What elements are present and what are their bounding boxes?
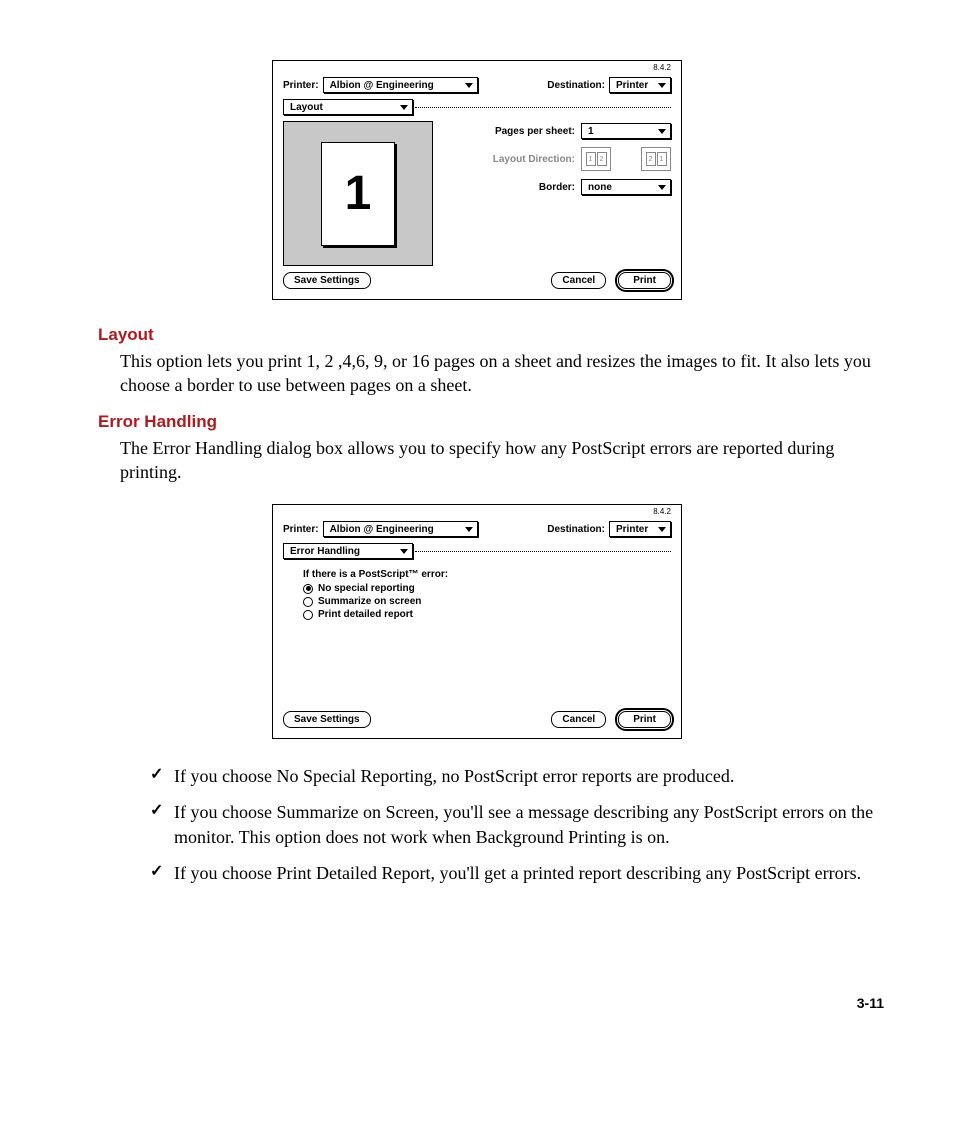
error-handling-dialog: 8.4.2 Printer: Albion @ Engineering Dest…: [272, 504, 682, 739]
radio-icon: [303, 610, 313, 620]
layout-heading: Layout: [98, 325, 894, 345]
panel-value: Error Handling: [290, 546, 360, 557]
mini-page: 1: [657, 152, 667, 166]
pages-per-sheet-label: Pages per sheet:: [495, 126, 575, 137]
chevron-down-icon: [658, 185, 666, 190]
printer-value: Albion @ Engineering: [330, 80, 434, 91]
border-value: none: [588, 182, 612, 193]
pages-per-sheet-value: 1: [588, 126, 594, 137]
destination-label: Destination:: [547, 80, 605, 91]
print-button[interactable]: Print: [618, 711, 671, 728]
layout-dialog-figure: 8.4.2 Printer: Albion @ Engineering Dest…: [60, 60, 894, 300]
page-number: 3-11: [60, 995, 884, 1011]
chevron-down-icon: [400, 105, 408, 110]
version-label: 8.4.2: [653, 63, 671, 72]
bullet-list: If you choose No Special Reporting, no P…: [150, 764, 874, 885]
version-label: 8.4.2: [653, 507, 671, 516]
printer-label: Printer:: [283, 80, 319, 91]
layout-direction-lr-button[interactable]: 1 2: [581, 147, 611, 171]
cancel-button[interactable]: Cancel: [551, 711, 606, 728]
printer-value: Albion @ Engineering: [330, 524, 434, 535]
destination-value: Printer: [616, 524, 648, 535]
radio-detailed[interactable]: Print detailed report: [303, 609, 671, 620]
layout-preview: 1: [283, 121, 433, 266]
error-dialog-figure: 8.4.2 Printer: Albion @ Engineering Dest…: [60, 504, 894, 739]
print-button[interactable]: Print: [618, 272, 671, 289]
mini-page: 1: [586, 152, 596, 166]
save-settings-button[interactable]: Save Settings: [283, 272, 371, 289]
preview-page-number: 1: [345, 166, 372, 221]
error-group-label: If there is a PostScript™ error:: [303, 569, 671, 580]
destination-dropdown[interactable]: Printer: [609, 521, 671, 537]
layout-direction-rl-button[interactable]: 2 1: [641, 147, 671, 171]
radio-label: No special reporting: [318, 583, 415, 594]
radio-label: Print detailed report: [318, 609, 413, 620]
radio-icon: [303, 584, 313, 594]
border-dropdown[interactable]: none: [581, 179, 671, 195]
bullet-item: If you choose Print Detailed Report, you…: [150, 861, 874, 885]
destination-dropdown[interactable]: Printer: [609, 77, 671, 93]
save-settings-button[interactable]: Save Settings: [283, 711, 371, 728]
chevron-down-icon: [658, 527, 666, 532]
chevron-down-icon: [658, 129, 666, 134]
layout-body: This option lets you print 1, 2 ,4,6, 9,…: [120, 349, 874, 398]
bullet-item: If you choose No Special Reporting, no P…: [150, 764, 874, 788]
chevron-down-icon: [465, 527, 473, 532]
printer-dropdown[interactable]: Albion @ Engineering: [323, 77, 478, 93]
chevron-down-icon: [465, 83, 473, 88]
pages-per-sheet-dropdown[interactable]: 1: [581, 123, 671, 139]
error-handling-heading: Error Handling: [98, 412, 894, 432]
panel-value: Layout: [290, 102, 323, 113]
bullet-item: If you choose Summarize on Screen, you'l…: [150, 800, 874, 849]
layout-dialog: 8.4.2 Printer: Albion @ Engineering Dest…: [272, 60, 682, 300]
radio-no-special[interactable]: No special reporting: [303, 583, 671, 594]
panel-dropdown[interactable]: Layout: [283, 99, 413, 115]
mini-page: 2: [597, 152, 607, 166]
radio-summarize[interactable]: Summarize on screen: [303, 596, 671, 607]
layout-direction-label: Layout Direction:: [493, 154, 575, 165]
error-handling-body: The Error Handling dialog box allows you…: [120, 436, 874, 485]
printer-label: Printer:: [283, 524, 319, 535]
mini-page: 2: [646, 152, 656, 166]
chevron-down-icon: [400, 549, 408, 554]
preview-page: 1: [321, 142, 395, 246]
destination-value: Printer: [616, 80, 648, 91]
destination-label: Destination:: [547, 524, 605, 535]
divider: [415, 107, 671, 108]
radio-icon: [303, 597, 313, 607]
chevron-down-icon: [658, 83, 666, 88]
border-label: Border:: [539, 182, 575, 193]
divider: [415, 551, 671, 552]
cancel-button[interactable]: Cancel: [551, 272, 606, 289]
panel-dropdown[interactable]: Error Handling: [283, 543, 413, 559]
radio-label: Summarize on screen: [318, 596, 421, 607]
printer-dropdown[interactable]: Albion @ Engineering: [323, 521, 478, 537]
